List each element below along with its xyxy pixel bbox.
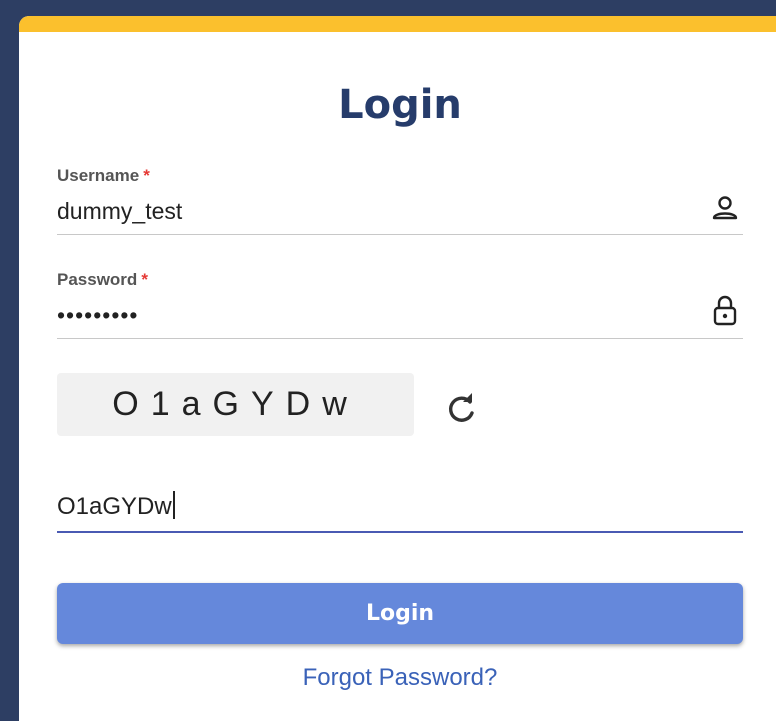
refresh-icon[interactable] [443,391,479,427]
login-card: Login Username * dummy_test Password * •••… [19,16,776,721]
lock-icon [711,294,739,333]
captcha-image: O1aGYDw [57,373,414,436]
password-field[interactable]: Password * ••••••••• [57,270,743,342]
password-value[interactable]: ••••••••• [57,302,138,329]
username-value[interactable]: dummy_test [57,198,182,225]
accent-bar [19,16,776,32]
password-label: Password * [57,270,148,289]
required-mark: * [141,270,148,289]
captcha-input[interactable]: O1aGYDw [57,491,175,521]
username-underline [57,234,743,235]
required-mark: * [143,166,150,185]
captcha-underline [57,531,743,533]
login-button[interactable]: Login [57,583,743,644]
text-caret [172,491,175,519]
page-title: Login [338,82,462,128]
user-icon [711,194,739,227]
forgot-password-link[interactable]: Forgot Password? [19,664,776,692]
password-underline [57,338,743,339]
username-label: Username * [57,166,150,185]
username-field[interactable]: Username * dummy_test [57,166,743,238]
